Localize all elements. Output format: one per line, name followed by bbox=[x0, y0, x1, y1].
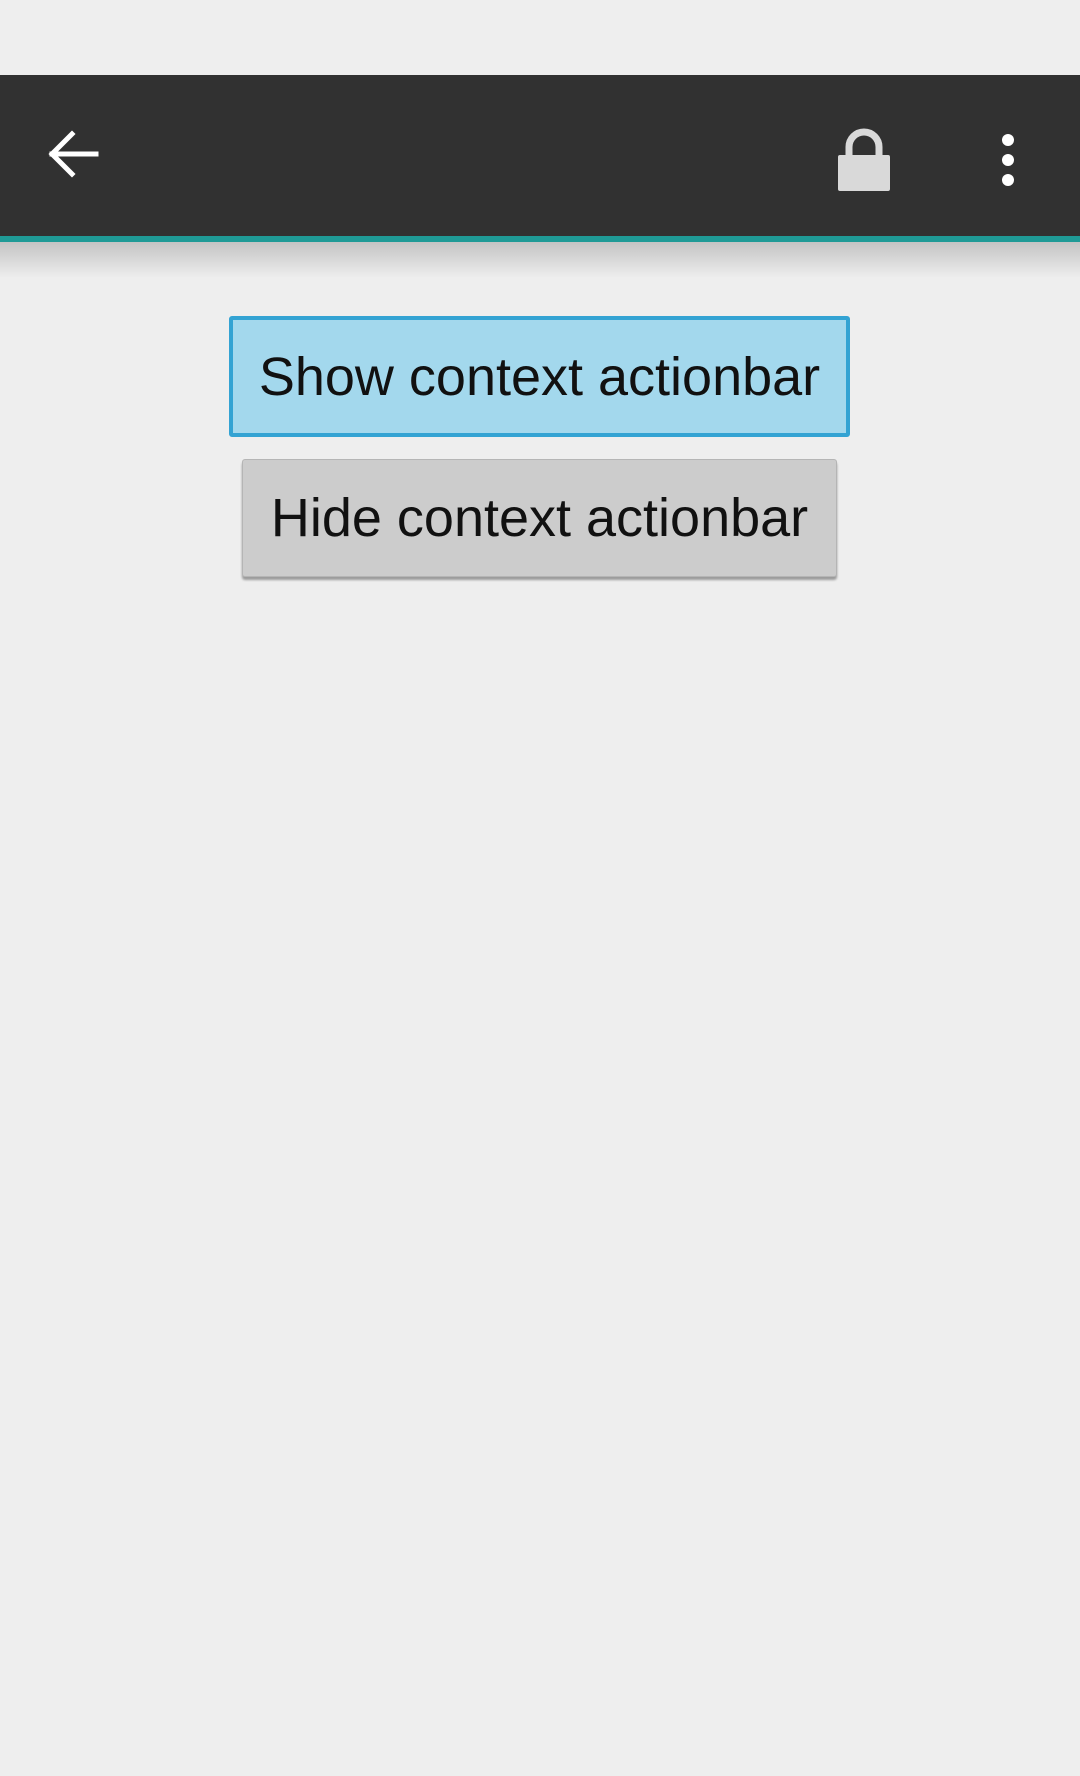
lock-icon bbox=[838, 128, 890, 191]
more-vert-icon bbox=[1002, 134, 1014, 186]
show-context-actionbar-button[interactable]: Show context actionbar bbox=[229, 316, 850, 437]
status-bar bbox=[0, 0, 1080, 75]
arrow-left-icon bbox=[48, 130, 99, 178]
lock-button[interactable] bbox=[816, 112, 912, 208]
hide-context-actionbar-label: Hide context actionbar bbox=[270, 488, 809, 548]
hide-context-actionbar-button[interactable]: Hide context actionbar bbox=[242, 459, 837, 577]
back-button[interactable] bbox=[30, 112, 114, 196]
action-bar bbox=[0, 75, 1080, 236]
action-bar-shadow bbox=[0, 242, 1080, 278]
show-context-actionbar-label: Show context actionbar bbox=[258, 346, 821, 407]
main-content: Show context actionbar Hide context acti… bbox=[0, 278, 1080, 1776]
overflow-menu-button[interactable] bbox=[968, 112, 1048, 208]
